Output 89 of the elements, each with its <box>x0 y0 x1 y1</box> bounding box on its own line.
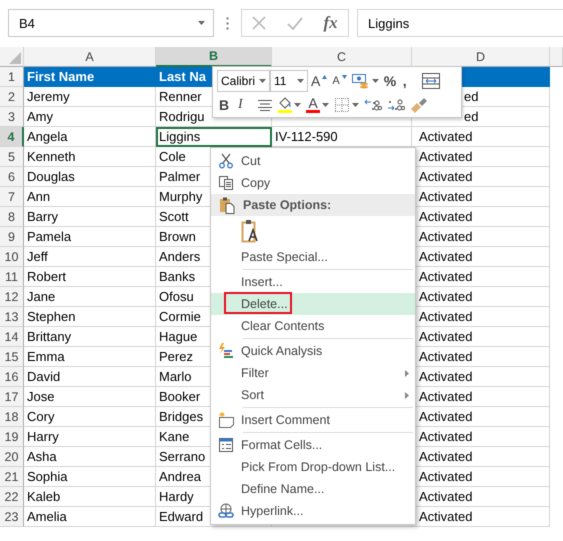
decimal-icon <box>387 97 405 113</box>
row-header[interactable]: 11 <box>0 267 24 287</box>
active-cell: Liggins <box>156 127 272 147</box>
menu-item[interactable]: Delete... <box>211 293 415 315</box>
paste-option-icon[interactable] <box>241 219 259 243</box>
row-header[interactable]: 10 <box>0 247 24 267</box>
row-header[interactable]: 18 <box>0 407 24 427</box>
table-cell: Brittany <box>24 327 156 347</box>
table-cell: Jane <box>24 287 156 307</box>
table-cell: Ann <box>24 187 156 207</box>
row-header[interactable]: 13 <box>0 307 24 327</box>
insert-function-button[interactable]: fx <box>324 13 338 33</box>
caret-icon <box>259 79 266 83</box>
table-cell: Harry <box>24 427 156 447</box>
menu-heading: Paste Options: <box>241 194 415 216</box>
font-size-dropdown[interactable]: 11 <box>270 70 308 92</box>
table-cell: Sophia <box>24 467 156 487</box>
more-icon[interactable] <box>226 16 229 30</box>
quick-analysis-icon <box>218 343 234 359</box>
header-cell: First Name <box>24 67 156 87</box>
table-cell: Amelia <box>24 507 156 527</box>
submenu-arrow-icon <box>405 370 409 376</box>
table-cell: Amy <box>24 107 156 127</box>
row-header[interactable]: 1 <box>0 67 24 87</box>
table-cell: Pamela <box>24 227 156 247</box>
money-icon <box>352 73 370 89</box>
column-header[interactable]: C <box>272 47 412 67</box>
table-cell: Barry <box>24 207 156 227</box>
row-header[interactable]: 12 <box>0 287 24 307</box>
row-header[interactable]: 5 <box>0 147 24 167</box>
table-cell: Stephen <box>24 307 156 327</box>
grow-font-button[interactable]: A <box>309 70 330 92</box>
table-cell: Angela <box>24 127 156 147</box>
row-header[interactable]: 19 <box>0 427 24 447</box>
caret-icon <box>198 21 205 25</box>
paint-bucket-icon <box>278 97 292 110</box>
hyperlink-icon <box>218 503 234 519</box>
table-cell: Jose <box>24 387 156 407</box>
comment-icon <box>218 412 234 428</box>
clipboard-icon <box>219 196 235 214</box>
row-header[interactable]: 4 <box>0 127 24 147</box>
table-cell: Jeff <box>24 247 156 267</box>
column-header[interactable]: D <box>412 47 550 67</box>
row-header[interactable]: 21 <box>0 467 24 487</box>
up-arrow-icon <box>322 75 328 79</box>
shrink-font-button[interactable]: A <box>330 70 349 92</box>
row-header[interactable]: 17 <box>0 387 24 407</box>
column-header[interactable]: A <box>24 47 156 67</box>
format-cells-icon <box>218 437 234 453</box>
decimal-icon <box>364 97 382 113</box>
table-cell: Activated <box>412 127 550 147</box>
column-header[interactable]: B <box>156 47 272 67</box>
table-cell: Kenneth <box>24 147 156 167</box>
wrap-icon <box>422 73 440 89</box>
table-cell: Emma <box>24 347 156 367</box>
font-color-button[interactable]: A <box>304 94 331 116</box>
table-cell: Jeremy <box>24 87 156 107</box>
submenu-arrow-icon <box>405 392 409 398</box>
name-box-field[interactable]: B4 <box>8 9 214 37</box>
table-cell: Douglas <box>24 167 156 187</box>
row-header[interactable]: 20 <box>0 447 24 467</box>
table-cell: Cory <box>24 407 156 427</box>
formula-field[interactable]: Liggins <box>357 9 563 37</box>
align-icon <box>257 99 273 111</box>
row-header[interactable]: 9 <box>0 227 24 247</box>
row-header[interactable]: 8 <box>0 207 24 227</box>
row-header[interactable]: 14 <box>0 327 24 347</box>
paintbrush-icon <box>410 97 428 113</box>
down-arrow-icon <box>342 75 347 79</box>
scissors-icon <box>218 153 234 169</box>
row-header[interactable]: 2 <box>0 87 24 107</box>
table-cell: David <box>24 367 156 387</box>
table-cell: Robert <box>24 267 156 287</box>
check-icon[interactable] <box>286 16 303 30</box>
borders-icon <box>334 97 350 113</box>
row-header[interactable]: 7 <box>0 187 24 207</box>
table-cell: Kaleb <box>24 487 156 507</box>
row-header[interactable]: 6 <box>0 167 24 187</box>
font-name-dropdown[interactable]: Calibri <box>217 70 270 92</box>
row-header[interactable]: 23 <box>0 507 24 527</box>
table-cell: Asha <box>24 447 156 467</box>
caret-icon <box>297 79 304 83</box>
toolbar-button[interactable]: % <box>382 70 400 92</box>
row-header[interactable]: 3 <box>0 107 24 127</box>
copy-icon <box>218 175 234 191</box>
row-header[interactable]: 15 <box>0 347 24 367</box>
row-header[interactable]: 16 <box>0 367 24 387</box>
row-header[interactable]: 22 <box>0 487 24 507</box>
wrap-button[interactable] <box>420 70 442 92</box>
